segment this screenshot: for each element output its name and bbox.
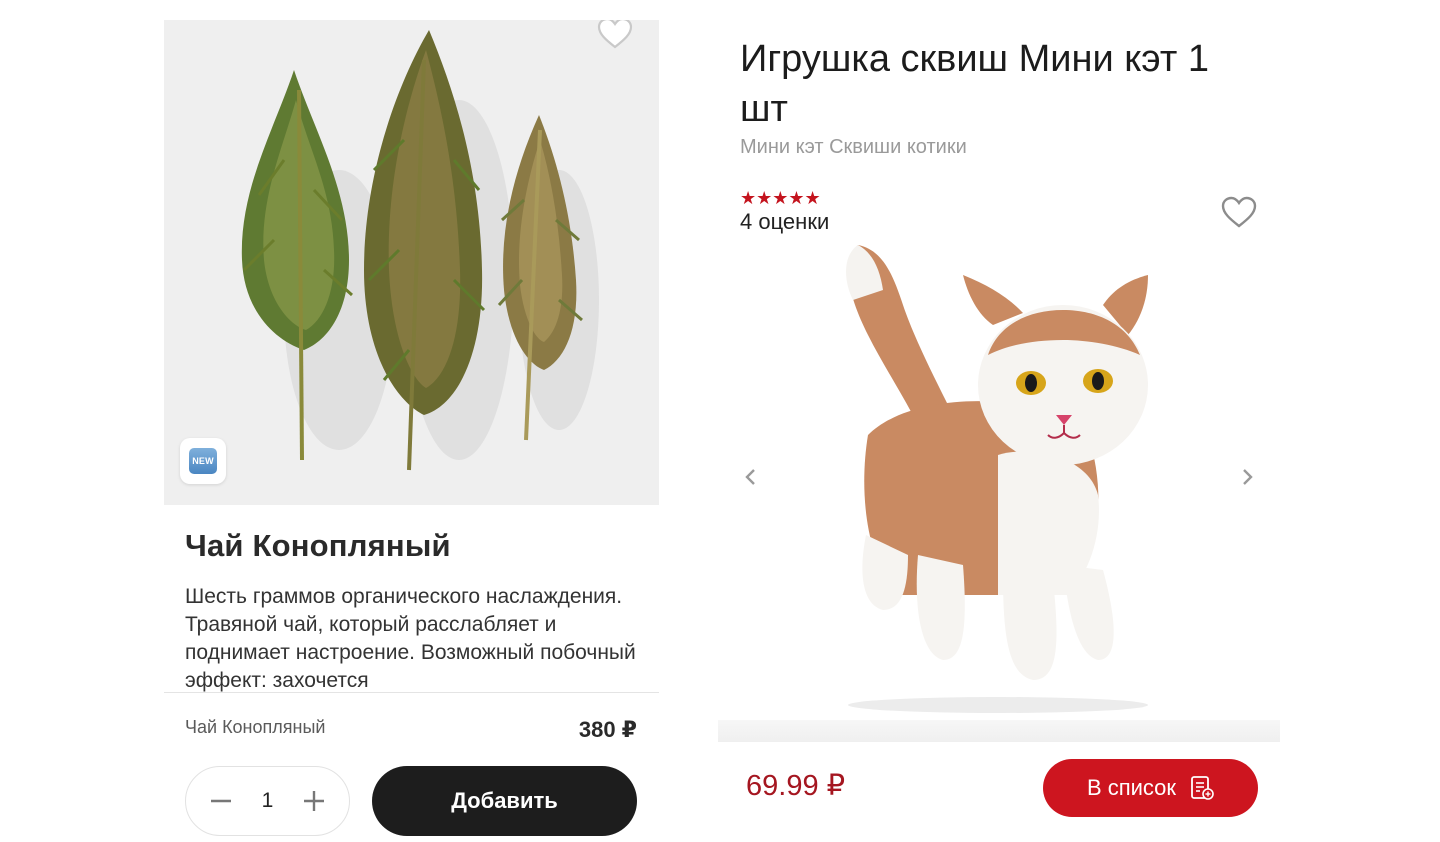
product-card-cat-toy: Игрушка сквиш Мини кэт 1 шт Мини кэт Скв… [718, 20, 1280, 842]
product-price: 380 ₽ [578, 717, 637, 742]
product-image-tea[interactable]: NEW [164, 20, 659, 505]
product-title: Игрушка сквиш Мини кэт 1 шт [740, 38, 1209, 130]
quantity-value: 1 [261, 789, 274, 812]
hemp-buds-illustration [241, 30, 599, 471]
product-caption: Чай Конопляный [185, 717, 326, 737]
add-to-list-button[interactable]: В список [1043, 759, 1258, 817]
chevron-right-icon[interactable] [1238, 460, 1258, 494]
minus-icon [211, 799, 231, 803]
add-to-list-label: В список [1086, 775, 1177, 800]
favorite-heart-icon[interactable] [1220, 195, 1258, 229]
product-card-tea: NEW Чай Конопляный Шесть граммов органич… [164, 20, 659, 842]
shopping-list-icon [1191, 776, 1214, 800]
add-to-cart-button[interactable]: Добавить [372, 766, 637, 836]
decrement-button[interactable] [206, 786, 236, 816]
reviews-count[interactable]: 4 оценки [740, 209, 829, 235]
product-price: 69.99 ₽ [746, 770, 846, 802]
rating-stars: ★★★★★ [740, 188, 821, 208]
product-image-cat[interactable] [828, 235, 1168, 715]
image-bottom-edge [718, 720, 1280, 742]
plus-icon [304, 791, 324, 811]
new-badge-icon: NEW [189, 448, 217, 474]
quantity-stepper: 1 [185, 766, 350, 836]
chevron-left-icon[interactable] [740, 460, 760, 494]
product-subtitle[interactable]: Мини кэт Сквиши котики [740, 136, 967, 159]
divider [164, 692, 659, 693]
new-badge: NEW [180, 438, 226, 484]
increment-button[interactable] [299, 786, 329, 816]
product-title[interactable]: Чай Конопляный [185, 528, 451, 564]
favorite-heart-icon[interactable] [596, 20, 634, 50]
product-description: Шесть граммов органического наслаждения.… [185, 585, 636, 692]
